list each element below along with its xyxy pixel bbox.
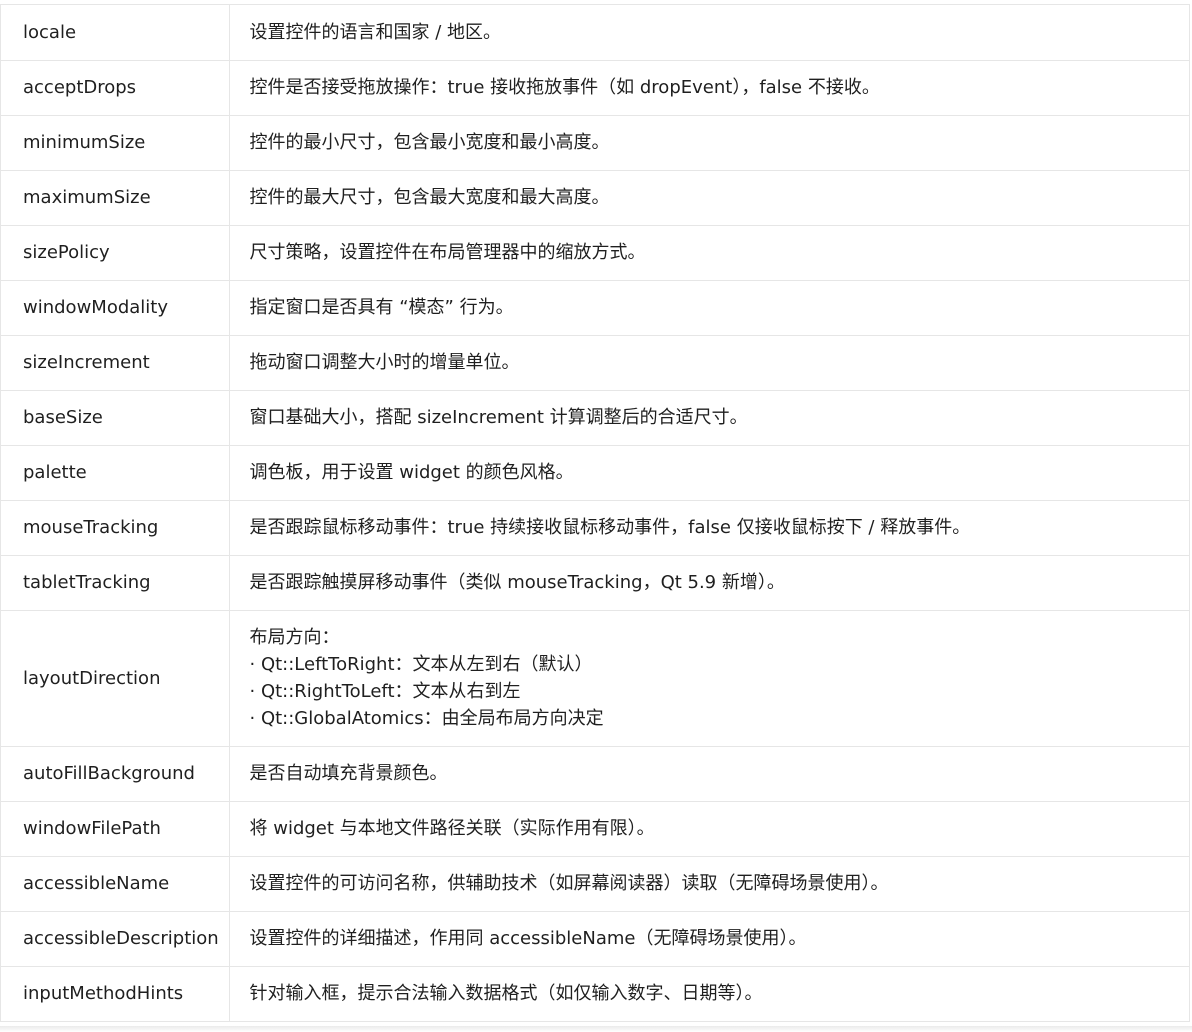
property-table-container: locale 设置控件的语言和国家 / 地区。 acceptDrops 控件是否… [0, 4, 1190, 1022]
table-row: sizePolicy 尺寸策略，设置控件在布局管理器中的缩放方式。 [1, 225, 1190, 281]
property-name: windowModality [1, 280, 230, 336]
property-name: acceptDrops [1, 60, 230, 116]
property-name: minimumSize [1, 115, 230, 171]
property-description: 指定窗口是否具有 “模态” 行为。 [229, 280, 1190, 336]
property-description: 布局方向： · Qt::LeftToRight：文本从左到右（默认） · Qt:… [229, 610, 1190, 747]
property-description: 尺寸策略，设置控件在布局管理器中的缩放方式。 [229, 225, 1190, 281]
property-name: inputMethodHints [1, 966, 230, 1022]
property-table: locale 设置控件的语言和国家 / 地区。 acceptDrops 控件是否… [1, 5, 1190, 1022]
property-description: 将 widget 与本地文件路径关联（实际作用有限）。 [229, 801, 1190, 857]
table-row: autoFillBackground 是否自动填充背景颜色。 [1, 746, 1190, 802]
description-line: · Qt::GlobalAtomics：由全局布局方向决定 [249, 708, 604, 729]
description-line: · Qt::LeftToRight：文本从左到右（默认） [249, 654, 593, 675]
table-row: baseSize 窗口基础大小，搭配 sizeIncrement 计算调整后的合… [1, 390, 1190, 446]
table-row: acceptDrops 控件是否接受拖放操作：true 接收拖放事件（如 dro… [1, 60, 1190, 116]
property-name: mouseTracking [1, 500, 230, 556]
property-name: sizePolicy [1, 225, 230, 281]
table-row: accessibleDescription 设置控件的详细描述，作用同 acce… [1, 911, 1190, 967]
property-description: 控件是否接受拖放操作：true 接收拖放事件（如 dropEvent），fals… [229, 60, 1190, 116]
property-name: windowFilePath [1, 801, 230, 857]
property-description: 拖动窗口调整大小时的增量单位。 [229, 335, 1190, 391]
table-row: maximumSize 控件的最大尺寸，包含最大宽度和最大高度。 [1, 170, 1190, 226]
property-name: palette [1, 445, 230, 501]
property-description: 是否自动填充背景颜色。 [229, 746, 1190, 802]
property-description: 是否跟踪鼠标移动事件：true 持续接收鼠标移动事件，false 仅接收鼠标按下… [229, 500, 1190, 556]
property-name: accessibleName [1, 856, 230, 912]
property-name: accessibleDescription [1, 911, 230, 967]
table-row: minimumSize 控件的最小尺寸，包含最小宽度和最小高度。 [1, 115, 1190, 171]
table-row: windowFilePath 将 widget 与本地文件路径关联（实际作用有限… [1, 801, 1190, 857]
bottom-shadow [0, 1026, 1192, 1032]
property-description: 针对输入框，提示合法输入数据格式（如仅输入数字、日期等）。 [229, 966, 1190, 1022]
property-description: 窗口基础大小，搭配 sizeIncrement 计算调整后的合适尺寸。 [229, 390, 1190, 446]
property-description: 设置控件的详细描述，作用同 accessibleName（无障碍场景使用）。 [229, 911, 1190, 967]
property-name: baseSize [1, 390, 230, 446]
table-row: tabletTracking 是否跟踪触摸屏移动事件（类似 mouseTrack… [1, 555, 1190, 611]
property-name: layoutDirection [1, 610, 230, 747]
property-description: 控件的最大尺寸，包含最大宽度和最大高度。 [229, 170, 1190, 226]
description-line: · Qt::RightToLeft：文本从右到左 [249, 681, 521, 702]
property-description: 设置控件的可访问名称，供辅助技术（如屏幕阅读器）读取（无障碍场景使用）。 [229, 856, 1190, 912]
property-description: 控件的最小尺寸，包含最小宽度和最小高度。 [229, 115, 1190, 171]
property-description: 调色板，用于设置 widget 的颜色风格。 [229, 445, 1190, 501]
table-row: sizeIncrement 拖动窗口调整大小时的增量单位。 [1, 335, 1190, 391]
table-row: locale 设置控件的语言和国家 / 地区。 [1, 5, 1190, 61]
table-row: layoutDirection 布局方向： · Qt::LeftToRight：… [1, 610, 1190, 747]
property-name: maximumSize [1, 170, 230, 226]
table-row: mouseTracking 是否跟踪鼠标移动事件：true 持续接收鼠标移动事件… [1, 500, 1190, 556]
property-description: 是否跟踪触摸屏移动事件（类似 mouseTracking，Qt 5.9 新增）。 [229, 555, 1190, 611]
description-line: 布局方向： [249, 627, 340, 648]
table-row: palette 调色板，用于设置 widget 的颜色风格。 [1, 445, 1190, 501]
property-name: locale [1, 5, 230, 61]
property-description: 设置控件的语言和国家 / 地区。 [229, 5, 1190, 61]
table-row: accessibleName 设置控件的可访问名称，供辅助技术（如屏幕阅读器）读… [1, 856, 1190, 912]
table-row: windowModality 指定窗口是否具有 “模态” 行为。 [1, 280, 1190, 336]
property-name: sizeIncrement [1, 335, 230, 391]
table-row: inputMethodHints 针对输入框，提示合法输入数据格式（如仅输入数字… [1, 966, 1190, 1022]
property-name: autoFillBackground [1, 746, 230, 802]
property-name: tabletTracking [1, 555, 230, 611]
